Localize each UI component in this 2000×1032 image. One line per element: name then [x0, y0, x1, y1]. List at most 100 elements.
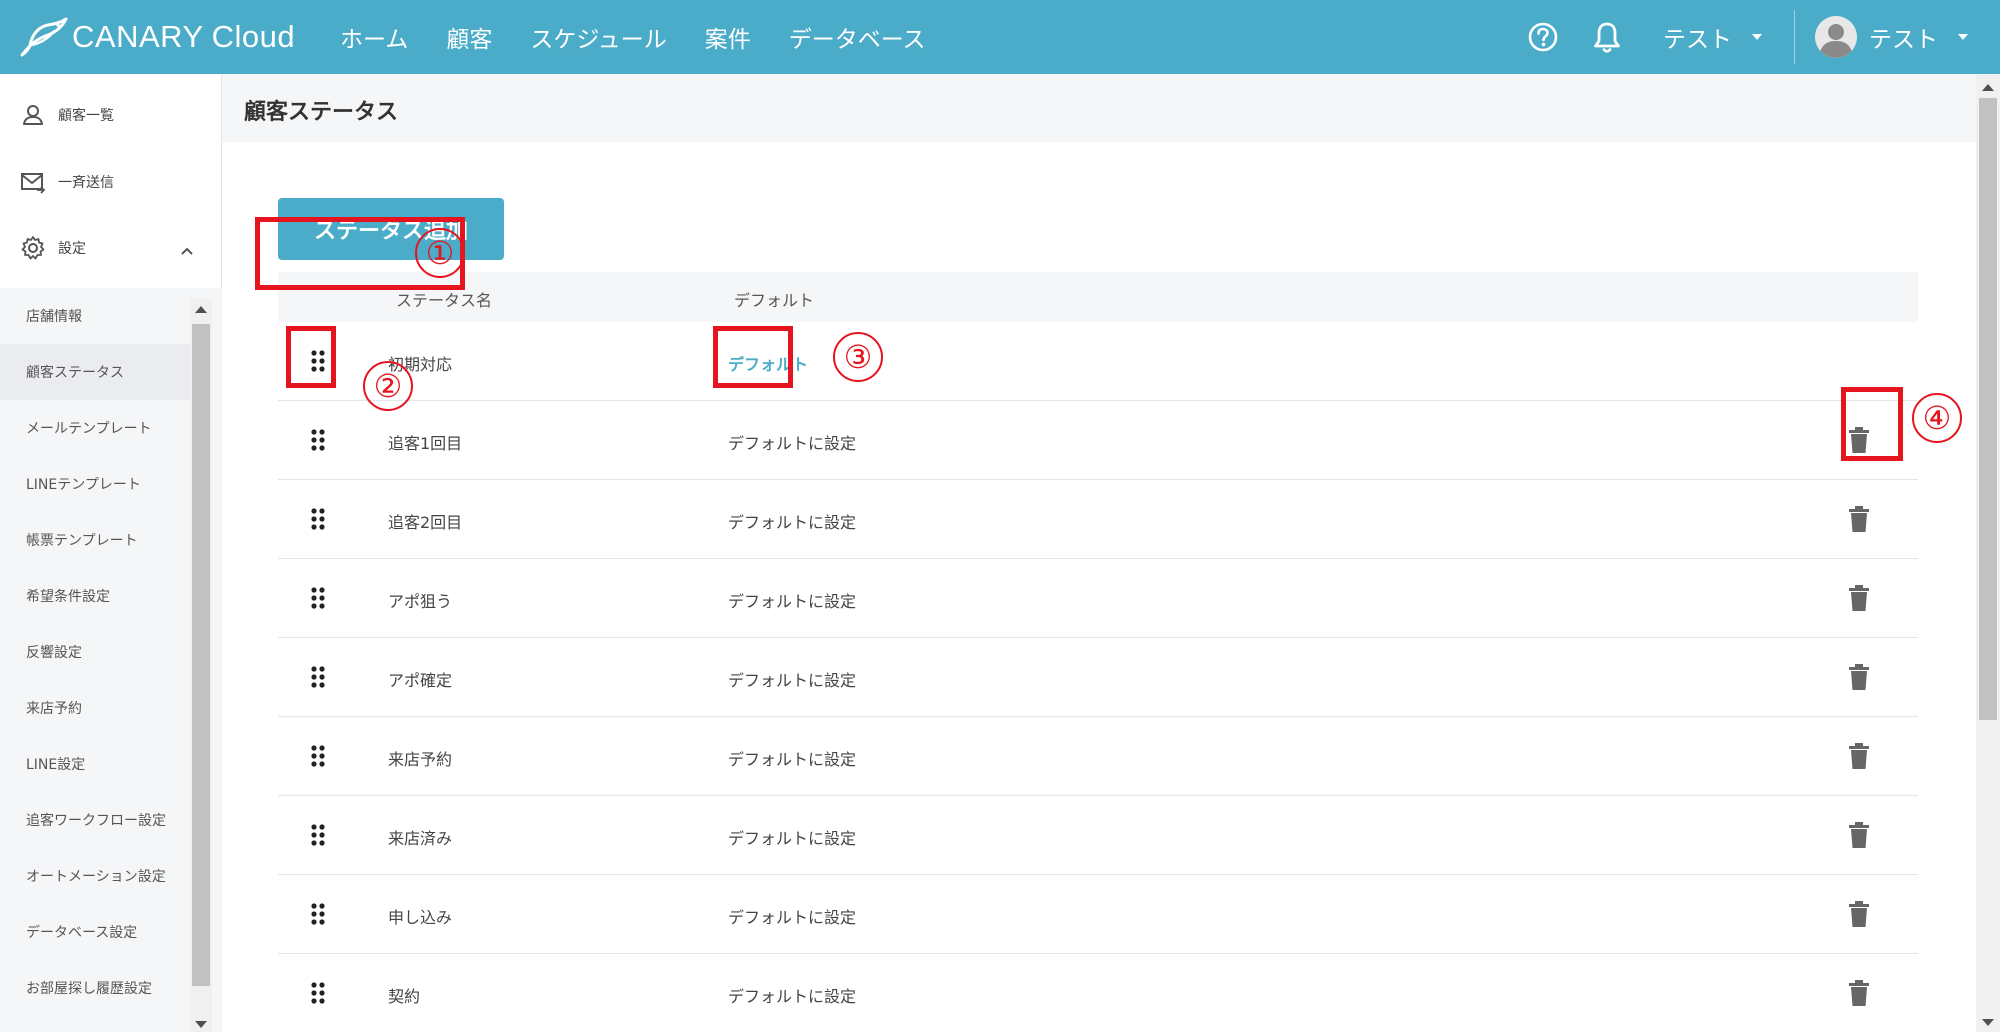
sidebar-subitem[interactable]: 顧客ステータス	[0, 344, 190, 400]
scroll-up-arrow-icon[interactable]	[195, 306, 207, 313]
table-row: 契約 デフォルトに設定	[278, 954, 1918, 1032]
trash-icon[interactable]	[1848, 821, 1870, 849]
scrollbar-thumb[interactable]	[1979, 98, 1997, 720]
status-name: 来店済み	[388, 829, 453, 848]
nav-home[interactable]: ホーム	[340, 20, 408, 54]
sidebar-item-settings[interactable]: 設定	[20, 235, 86, 261]
divider	[1794, 10, 1795, 64]
column-header-default: デフォルト	[734, 291, 815, 310]
notification-bell-icon[interactable]	[1587, 17, 1627, 57]
scrollbar-thumb[interactable]	[192, 324, 210, 986]
drag-handle-icon[interactable]	[308, 902, 328, 926]
sidebar-subitem[interactable]: オートメーション設定	[0, 848, 190, 904]
help-icon[interactable]	[1523, 17, 1563, 57]
table-row: アポ狙う デフォルトに設定	[278, 559, 1918, 638]
drag-handle-icon[interactable]	[308, 823, 328, 847]
status-name: 追客1回目	[388, 434, 463, 453]
set-default-link[interactable]: デフォルトに設定	[728, 667, 856, 691]
sidebar-subitem[interactable]: お部屋探し履歴設定	[0, 960, 190, 1016]
nav-database[interactable]: データベース	[789, 20, 926, 54]
annotation-number-3: ③	[833, 332, 883, 382]
main-content: 顧客ステータス ステータス追加 ステータス名 デフォルト 初期対応 デフォルト 追客…	[222, 74, 1976, 1032]
main-nav: ホーム 顧客 スケジュール 案件 データベース	[340, 0, 926, 74]
gear-icon	[21, 236, 45, 260]
status-name: アポ確定	[388, 671, 453, 690]
set-default-link[interactable]: デフォルトに設定	[728, 904, 856, 928]
annotation-number-4: ④	[1912, 393, 1962, 443]
avatar[interactable]	[1815, 16, 1857, 58]
sidebar-subitem[interactable]: 希望条件設定	[0, 568, 190, 624]
sidebar-subitem[interactable]: メールテンプレート	[0, 400, 190, 456]
status-name: 契約	[388, 987, 421, 1006]
drag-handle-icon[interactable]	[308, 665, 328, 689]
brand-name: CANARY Cloud	[72, 19, 296, 54]
scroll-down-arrow-icon[interactable]	[1982, 1019, 1994, 1026]
sidebar: 顧客一覧 一斉送信 設定 店舗情報 顧客ステータス メールテンプレート LINEテンプ…	[0, 74, 222, 1032]
table-row: 来店済み デフォルトに設定	[278, 796, 1918, 875]
page-scrollbar[interactable]	[1976, 74, 2000, 1032]
store-dropdown[interactable]: テスト	[1663, 20, 1762, 54]
status-name: 来店予約	[388, 750, 453, 769]
page-title: 顧客ステータス	[244, 100, 399, 125]
nav-deals[interactable]: 案件	[705, 20, 751, 54]
top-navigation-bar: CANARY Cloud ホーム 顧客 スケジュール 案件 データベース テスト …	[0, 0, 2000, 74]
trash-icon[interactable]	[1848, 979, 1870, 1007]
drag-handle-icon[interactable]	[308, 507, 328, 531]
sidebar-subitem[interactable]: 来店予約	[0, 680, 190, 736]
submenu-scrollbar[interactable]	[190, 298, 212, 1032]
table-header: ステータス名 デフォルト	[278, 272, 1918, 322]
chevron-down-icon	[1752, 34, 1762, 40]
trash-icon[interactable]	[1848, 505, 1870, 533]
trash-icon[interactable]	[1848, 900, 1870, 928]
mail-send-icon	[21, 173, 46, 194]
brand-logo[interactable]: CANARY Cloud	[18, 14, 295, 60]
table-row: 追客2回目 デフォルトに設定	[278, 480, 1918, 559]
table-row: アポ確定 デフォルトに設定	[278, 638, 1918, 717]
sidebar-subitem[interactable]: 帳票テンプレート	[0, 512, 190, 568]
sidebar-item-customer-list[interactable]: 顧客一覧	[20, 102, 114, 128]
set-default-link[interactable]: デフォルトに設定	[728, 746, 856, 770]
annotation-box-delete-icon	[1841, 387, 1903, 461]
nav-customers[interactable]: 顧客	[446, 20, 492, 54]
nav-schedule[interactable]: スケジュール	[530, 20, 666, 54]
status-name: アポ狙う	[388, 592, 453, 611]
scroll-up-arrow-icon[interactable]	[1982, 84, 1994, 91]
page-header: 顧客ステータス	[222, 74, 1976, 142]
trash-icon[interactable]	[1848, 663, 1870, 691]
table-row: 追客1回目 デフォルトに設定	[278, 401, 1918, 480]
annotation-number-1: ①	[415, 228, 465, 278]
top-right-controls: テスト テスト	[1523, 0, 2000, 74]
user-dropdown[interactable]: テスト	[1869, 20, 1968, 54]
drag-handle-icon[interactable]	[308, 744, 328, 768]
trash-icon[interactable]	[1848, 742, 1870, 770]
set-default-link[interactable]: デフォルトに設定	[728, 509, 856, 533]
sidebar-subitem[interactable]: LINEテンプレート	[0, 456, 190, 512]
drag-handle-icon[interactable]	[308, 981, 328, 1005]
sidebar-subitem[interactable]: LINE設定	[0, 736, 190, 792]
status-name: 申し込み	[388, 908, 453, 927]
set-default-link[interactable]: デフォルトに設定	[728, 825, 856, 849]
drag-handle-icon[interactable]	[308, 428, 328, 452]
sidebar-subitem[interactable]: 反響設定	[0, 624, 190, 680]
sidebar-subitem[interactable]: データベース設定	[0, 904, 190, 960]
user-icon	[23, 105, 43, 125]
status-content: ステータス追加 ステータス名 デフォルト 初期対応 デフォルト 追客1回目 デフォルト…	[222, 142, 1976, 1032]
chevron-up-icon[interactable]	[180, 244, 194, 258]
status-name: 追客2回目	[388, 513, 463, 532]
set-default-link[interactable]: デフォルトに設定	[728, 588, 856, 612]
column-header-status-name: ステータス名	[396, 291, 493, 310]
table-body: 初期対応 デフォルト 追客1回目 デフォルトに設定 追客2回目 デフォルトに設定 アポ狙うデ…	[278, 322, 1918, 1032]
annotation-box-drag-handle	[286, 326, 336, 388]
set-default-link[interactable]: デフォルトに設定	[728, 983, 856, 1007]
settings-submenu: 店舗情報 顧客ステータス メールテンプレート LINEテンプレート 帳票テンプレート 希望…	[0, 288, 222, 1032]
drag-handle-icon[interactable]	[308, 586, 328, 610]
scroll-down-arrow-icon[interactable]	[195, 1021, 207, 1028]
sidebar-subitem[interactable]: 追客ワークフロー設定	[0, 792, 190, 848]
set-default-link[interactable]: デフォルトに設定	[728, 430, 856, 454]
sidebar-subitem[interactable]: 店舗情報	[0, 288, 190, 344]
trash-icon[interactable]	[1848, 584, 1870, 612]
status-table: ステータス名 デフォルト 初期対応 デフォルト 追客1回目 デフォルトに設定 追客2回目…	[278, 272, 1918, 1032]
sidebar-item-bulk-send[interactable]: 一斉送信	[20, 169, 114, 195]
annotation-box-default-label	[713, 326, 793, 388]
chevron-down-icon	[1958, 34, 1968, 40]
